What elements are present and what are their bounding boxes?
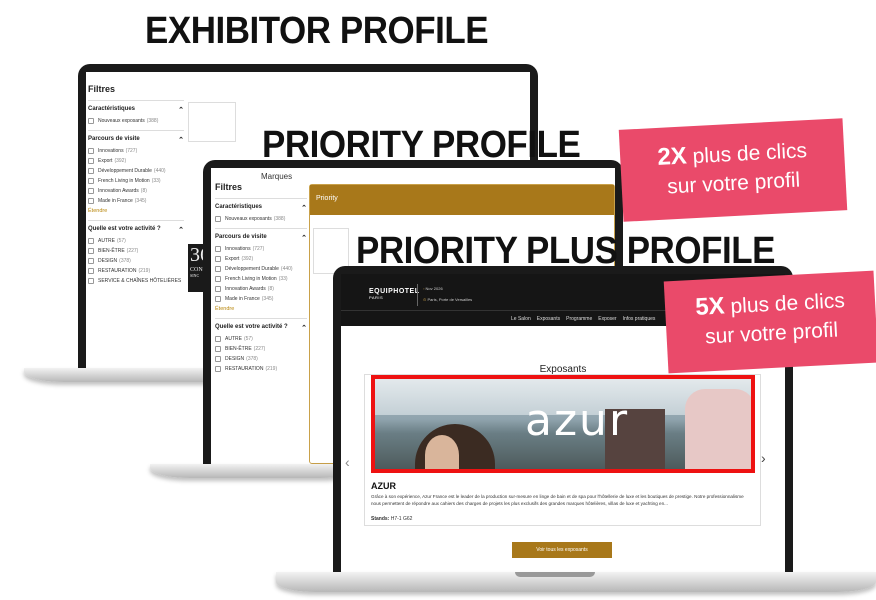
checkbox[interactable] (215, 276, 221, 282)
checkbox[interactable] (88, 268, 94, 274)
filter-checkbox[interactable]: Nouveaux exposants (388) (88, 118, 184, 124)
expand-link[interactable]: Étendre (215, 306, 307, 312)
filter-checkbox[interactable]: Nouveaux exposants (388) (215, 216, 307, 222)
filters-title: Filtres (88, 84, 116, 94)
exhibitor-hero-image: azur (371, 375, 755, 473)
exhibitor-description: Grâce à son expérience, Azur France est … (371, 494, 744, 506)
checkbox[interactable] (88, 198, 94, 204)
brand-wordmark: azur (525, 395, 630, 446)
checkbox[interactable] (215, 216, 221, 222)
checkbox[interactable] (88, 168, 94, 174)
section-parcours[interactable]: Parcours de visite ⌃ (88, 130, 184, 144)
filter-checkbox[interactable]: Innovations (727) (215, 246, 307, 252)
section-characteristics[interactable]: Caractéristiques ⌃ (215, 198, 307, 212)
checkbox[interactable] (88, 238, 94, 244)
filter-checkbox[interactable]: Innovation Awards (8) (215, 286, 307, 292)
person-figure (425, 435, 459, 469)
filter-checkbox[interactable]: Made in France (345) (88, 198, 184, 204)
checkbox[interactable] (215, 366, 221, 372)
chevron-up-icon[interactable]: ⌃ (301, 324, 307, 332)
priority-banner: Priority (310, 185, 614, 215)
filter-checkbox[interactable]: Made in France (345) (215, 296, 307, 302)
checkbox[interactable] (215, 296, 221, 302)
laptop-notch (515, 572, 595, 577)
filter-checkbox[interactable]: DESIGN (378) (215, 356, 307, 362)
checkbox[interactable] (88, 278, 94, 284)
filter-checkbox[interactable]: AUTRE (57) (88, 238, 184, 244)
filter-checkbox[interactable]: Développement Durable (440) (215, 266, 307, 272)
site-logo[interactable]: EQUIPHOTEL PARIS (369, 288, 420, 300)
exhibitor-profile-title: EXHIBITOR PROFILE (145, 10, 489, 52)
event-info: ▫ Nov 2026 ⊙ Paris, Porte de Versailles (423, 286, 472, 302)
carousel-next-button[interactable]: › (761, 450, 766, 466)
checkbox[interactable] (215, 356, 221, 362)
location-pin-icon: ⊙ (423, 297, 427, 302)
checkbox[interactable] (215, 336, 221, 342)
filter-checkbox[interactable]: RESTAURATION (219) (215, 366, 307, 372)
priority-badge: 2X plus de clics sur votre profil (618, 118, 848, 222)
filters-title: Filtres (215, 182, 243, 192)
filter-checkbox[interactable]: AUTRE (57) (215, 336, 307, 342)
chevron-up-icon[interactable]: ⌃ (178, 136, 184, 144)
section-characteristics[interactable]: Caractéristiques ⌃ (88, 100, 184, 114)
exhibitor-card[interactable] (188, 102, 236, 142)
checkbox[interactable] (88, 148, 94, 154)
event-date: ▫ Nov 2026 (423, 286, 443, 291)
chevron-up-icon[interactable]: ⌃ (178, 106, 184, 114)
menu-item-le-salon[interactable]: Le Salon (511, 316, 531, 322)
featured-exhibitor-card[interactable]: azur AZUR Grâce à son expérience, Azur F… (364, 374, 761, 526)
menu-item-infos-pratiques[interactable]: Infos pratiques (623, 316, 656, 322)
header-divider (417, 284, 418, 306)
priority-plus-badge: 5X plus de clics sur votre profil (663, 270, 876, 374)
checkbox[interactable] (88, 248, 94, 254)
checkbox[interactable] (88, 258, 94, 264)
event-location: ⊙ Paris, Porte de Versailles (423, 297, 473, 302)
checkbox[interactable] (215, 286, 221, 292)
checkbox[interactable] (215, 246, 221, 252)
see-all-exhibitors-button[interactable]: Voir tous les exposants (512, 542, 612, 558)
checkbox[interactable] (215, 256, 221, 262)
checkbox[interactable] (215, 266, 221, 272)
section-activity[interactable]: Quelle est votre activité ? ⌃ (88, 220, 184, 234)
menu-item-exposants[interactable]: Exposants (537, 316, 560, 322)
filter-checkbox[interactable]: Export (392) (88, 158, 184, 164)
checkbox[interactable] (88, 188, 94, 194)
checkbox[interactable] (88, 118, 94, 124)
chevron-up-icon[interactable]: ⌃ (301, 234, 307, 242)
chevron-up-icon[interactable]: ⌃ (178, 226, 184, 234)
carousel-prev-button[interactable]: ‹ (345, 454, 350, 470)
filter-checkbox[interactable]: BIEN-ÊTRE (227) (88, 248, 184, 254)
filter-checkbox[interactable]: French Living in Motion (33) (88, 178, 184, 184)
filter-checkbox[interactable]: French Living in Motion (33) (215, 276, 307, 282)
menu-item-programme[interactable]: Programme (566, 316, 592, 322)
filter-checkbox[interactable]: Export (392) (215, 256, 307, 262)
person-figure (685, 389, 751, 469)
main-menu: Le Salon Exposants Programme Exposer Inf… (511, 316, 655, 322)
filter-checkbox[interactable]: BIEN-ÊTRE (227) (215, 346, 307, 352)
calendar-icon: ▫ (423, 286, 425, 291)
filter-checkbox[interactable]: Innovation Awards (8) (88, 188, 184, 194)
filter-checkbox[interactable]: Innovations (727) (88, 148, 184, 154)
exhibitor-name[interactable]: AZUR (371, 481, 396, 491)
chevron-up-icon[interactable]: ⌃ (301, 204, 307, 212)
filter-checkbox[interactable]: RESTAURATION (219) (88, 268, 184, 274)
filter-checkbox[interactable]: Développement Durable (440) (88, 168, 184, 174)
expand-link[interactable]: Étendre (88, 208, 184, 214)
section-activity[interactable]: Quelle est votre activité ? ⌃ (215, 318, 307, 332)
filters-panel: Filtres Caractéristiques ⌃ Nouveaux expos… (88, 84, 184, 284)
marques-label: Marques (261, 172, 293, 181)
filter-checkbox[interactable]: SERVICE & CHAÎNES HÔTELIÈRES (88, 278, 184, 284)
section-parcours[interactable]: Parcours de visite ⌃ (215, 228, 307, 242)
checkbox[interactable] (215, 346, 221, 352)
checkbox[interactable] (88, 178, 94, 184)
filter-checkbox[interactable]: DESIGN (378) (88, 258, 184, 264)
filters-panel: Filtres Caractéristiques ⌃ Nouveaux expos… (215, 182, 307, 372)
menu-item-exposer[interactable]: Exposer (598, 316, 616, 322)
exhibitor-stands: Stands: H7-1 G62 (371, 516, 413, 522)
checkbox[interactable] (88, 158, 94, 164)
laptop-base (150, 464, 360, 478)
